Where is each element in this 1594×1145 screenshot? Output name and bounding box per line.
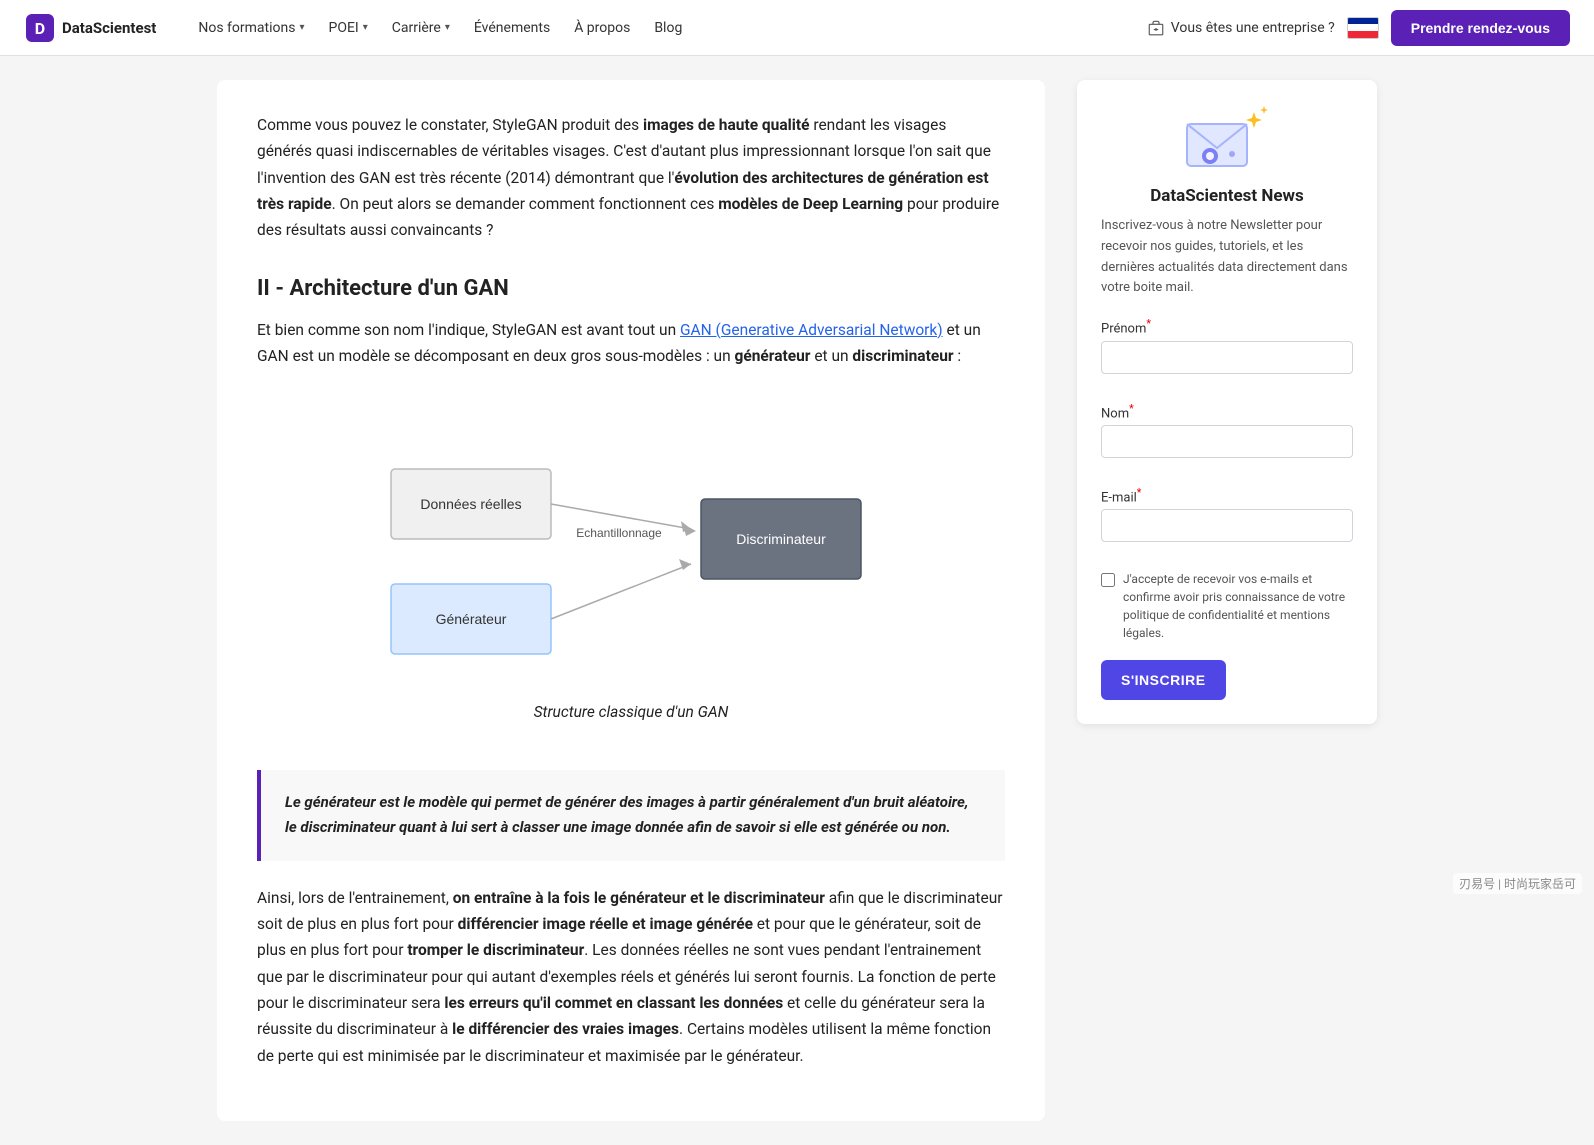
flag-red-stripe <box>1348 31 1378 38</box>
newsletter-icon-wrapper <box>1101 104 1353 174</box>
svg-text:D: D <box>35 19 45 38</box>
quote-text: Le générateur est le modèle qui permet d… <box>285 793 968 837</box>
chevron-down-icon: ▾ <box>299 22 304 33</box>
subscribe-button[interactable]: S'INSCRIRE <box>1101 660 1226 700</box>
newsletter-title: DataScientest News <box>1101 186 1353 206</box>
nav-label-poei: POEI <box>329 20 359 36</box>
logo[interactable]: D DataScientest <box>24 12 156 44</box>
flag-white-stripe <box>1348 24 1378 31</box>
email-label: E-mail* <box>1101 486 1353 505</box>
nav-label-blog: Blog <box>654 20 682 36</box>
nom-label: Nom* <box>1101 402 1353 421</box>
prenom-field-group: Prénom* <box>1101 317 1353 387</box>
prenom-label: Prénom* <box>1101 317 1353 336</box>
newsletter-icon <box>1182 104 1272 174</box>
flag-blue-stripe <box>1348 18 1378 25</box>
building-icon <box>1147 19 1165 37</box>
chevron-down-icon: ▾ <box>363 22 368 33</box>
section2-title: II - Architecture d'un GAN <box>257 276 1005 301</box>
navbar-right: Vous êtes une entreprise ? Prendre rende… <box>1147 10 1570 46</box>
gan-link[interactable]: GAN (Generative Adversarial Network) <box>680 321 943 339</box>
page-content: Comme vous pouvez le constater, StyleGAN… <box>197 56 1397 1145</box>
consent-checkbox-row: J'accepte de recevoir vos e-mails et con… <box>1101 570 1353 642</box>
article: Comme vous pouvez le constater, StyleGAN… <box>217 80 1045 1121</box>
nav-label-apropos: À propos <box>574 20 630 36</box>
svg-text:Données réelles: Données réelles <box>420 496 521 512</box>
body-paragraph: Ainsi, lors de l'entrainement, on entraî… <box>257 885 1005 1069</box>
watermark: 刃易号 | 时尚玩家岳可 <box>1453 873 1582 894</box>
newsletter-description: Inscrivez-vous à notre Newsletter pour r… <box>1101 216 1353 299</box>
diagram-container: Données réelles Générateur Discriminateu… <box>257 393 1005 745</box>
intro-paragraph: Comme vous pouvez le constater, StyleGAN… <box>257 112 1005 244</box>
gan-diagram: Données réelles Générateur Discriminateu… <box>361 409 901 669</box>
nav-menu: Nos formations ▾ POEI ▾ Carrière ▾ Événe… <box>188 12 1138 44</box>
consent-checkbox[interactable] <box>1101 573 1115 587</box>
nom-field-group: Nom* <box>1101 402 1353 472</box>
chevron-down-icon: ▾ <box>445 22 450 33</box>
logo-icon: D <box>24 12 56 44</box>
enterprise-label: Vous êtes une entreprise ? <box>1171 20 1335 36</box>
language-flag[interactable] <box>1347 17 1379 39</box>
logo-text: DataScientest <box>62 19 156 37</box>
email-input[interactable] <box>1101 509 1353 542</box>
nav-item-poei[interactable]: POEI ▾ <box>319 12 378 44</box>
newsletter-card: DataScientest News Inscrivez-vous à notr… <box>1077 80 1377 724</box>
nom-input[interactable] <box>1101 425 1353 458</box>
consent-label: J'accepte de recevoir vos e-mails et con… <box>1123 570 1353 642</box>
nav-label-carriere: Carrière <box>392 20 441 36</box>
cta-button[interactable]: Prendre rendez-vous <box>1391 10 1570 46</box>
section2-paragraph: Et bien comme son nom l'indique, StyleGA… <box>257 317 1005 370</box>
nav-label-evenements: Événements <box>474 20 550 36</box>
diagram-caption: Structure classique d'un GAN <box>534 699 729 725</box>
svg-text:Echantillonnage: Echantillonnage <box>576 526 662 540</box>
email-field-group: E-mail* <box>1101 486 1353 556</box>
prenom-input[interactable] <box>1101 341 1353 374</box>
nav-item-apropos[interactable]: À propos <box>564 12 640 44</box>
sidebar: DataScientest News Inscrivez-vous à notr… <box>1077 80 1377 724</box>
nav-item-formations[interactable]: Nos formations ▾ <box>188 12 314 44</box>
nav-label-formations: Nos formations <box>198 20 295 36</box>
nav-item-blog[interactable]: Blog <box>644 12 692 44</box>
enterprise-link[interactable]: Vous êtes une entreprise ? <box>1147 19 1335 37</box>
svg-text:Discriminateur: Discriminateur <box>736 531 826 547</box>
diagram-svg: Données réelles Générateur Discriminateu… <box>345 393 917 689</box>
nav-item-evenements[interactable]: Événements <box>464 12 560 44</box>
svg-text:Générateur: Générateur <box>436 611 507 627</box>
nav-item-carriere[interactable]: Carrière ▾ <box>382 12 460 44</box>
quote-block: Le générateur est le modèle qui permet d… <box>257 770 1005 861</box>
navbar: D DataScientest Nos formations ▾ POEI ▾ … <box>0 0 1594 56</box>
